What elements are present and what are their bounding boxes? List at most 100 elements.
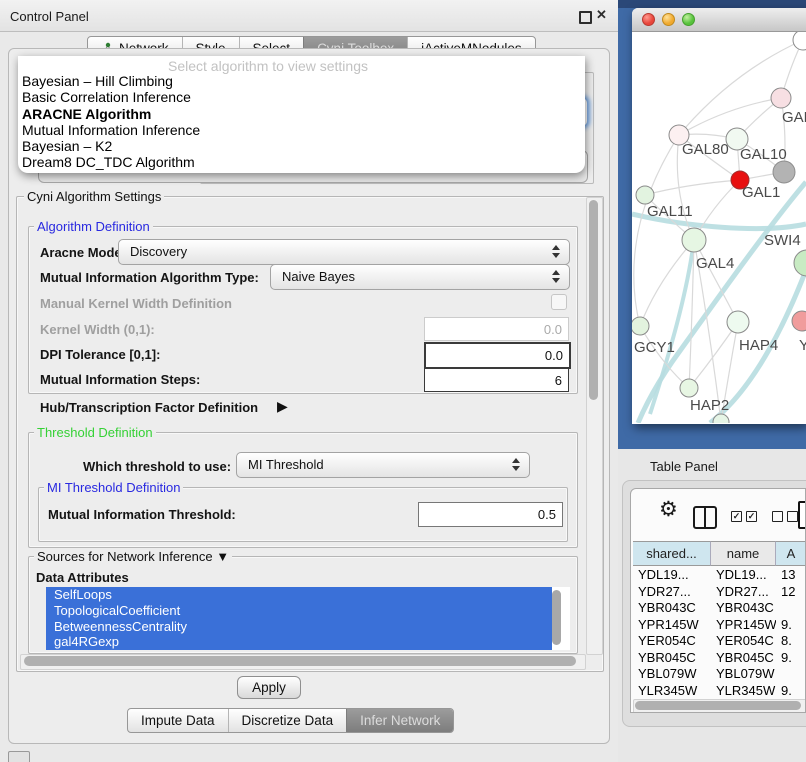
which-threshold-combobox[interactable]: MI Threshold: [236, 452, 530, 478]
table-cell: YDR27...: [638, 584, 711, 599]
algorithm-item[interactable]: Mutual Information Inference: [18, 122, 585, 138]
mi-threshold-label: Mutual Information Threshold:: [48, 507, 236, 522]
network-edge[interactable]: [645, 180, 740, 195]
table-cell: YDR27...: [716, 584, 776, 599]
column-header-2[interactable]: name: [711, 541, 776, 566]
network-node[interactable]: [793, 32, 806, 50]
column-header-1[interactable]: shared...: [633, 541, 711, 566]
which-threshold-label: Which threshold to use:: [83, 459, 231, 474]
table-row[interactable]: YBR043CYBR043C: [633, 600, 806, 617]
deselect-all-icon[interactable]: [772, 511, 783, 522]
tab-infer-network[interactable]: Infer Network: [346, 709, 453, 732]
table-cell: 9.: [781, 617, 806, 632]
collapsed-panel-icon[interactable]: [8, 751, 30, 762]
table-row[interactable]: YDL19...YDL19...13: [633, 567, 806, 584]
table-cell: YBL079W: [638, 666, 711, 681]
sources-group-title: Sources for Network Inference ▼: [34, 549, 232, 564]
mi-threshold-field[interactable]: [418, 502, 563, 527]
algorithm-item[interactable]: Basic Correlation Inference: [18, 89, 585, 105]
close-panel-icon[interactable]: ✕: [596, 7, 607, 23]
algorithm-placeholder: Select algorithm to view settings: [18, 56, 518, 73]
network-node[interactable]: [636, 186, 654, 204]
column-header-3[interactable]: A: [776, 541, 806, 566]
network-node[interactable]: [773, 161, 795, 183]
application-window: Control Panel ✕ NetworkStyleSelectCyni T…: [0, 0, 806, 762]
table-row[interactable]: YLR345WYLR345W9.: [633, 683, 806, 700]
export-table-icon[interactable]: [798, 501, 806, 529]
close-traffic-light[interactable]: [642, 13, 655, 26]
mi-steps-field[interactable]: [424, 368, 569, 392]
table-cell: YBR045C: [716, 650, 776, 665]
table-row[interactable]: YDR27... YDR27... 12: [633, 584, 806, 601]
algorithm-item[interactable]: Bayesian – Hill Climbing: [18, 73, 585, 89]
attribute-item[interactable]: SelfLoops: [46, 587, 552, 603]
manual-kernel-checkbox[interactable]: [551, 294, 567, 310]
table-cell: YER054C: [716, 633, 776, 648]
network-node[interactable]: [727, 311, 749, 333]
network-node-label: GAL11: [647, 203, 693, 220]
network-node-label: GAL10: [740, 146, 787, 163]
tab-discretize-data[interactable]: Discretize Data: [228, 709, 347, 732]
network-node-label: GAL4: [696, 255, 734, 272]
tab-impute-data[interactable]: Impute Data: [128, 709, 228, 732]
algorithm-item[interactable]: Dream8 DC_TDC Algorithm: [18, 154, 585, 170]
settings-hscrollbar-thumb[interactable]: [24, 656, 576, 666]
table-cell: 8.: [781, 633, 806, 648]
data-attributes-list: SelfLoopsTopologicalCoefficientBetweenne…: [46, 587, 570, 650]
kernel-width-label: Kernel Width (0,1):: [40, 322, 155, 337]
float-panel-icon[interactable]: [579, 11, 592, 24]
network-node[interactable]: [792, 311, 806, 331]
network-node[interactable]: [682, 228, 706, 252]
table-row[interactable]: YBR045CYBR045C9.: [633, 650, 806, 667]
table-cell: YDL19...: [638, 567, 711, 582]
hub-definition-label: Hub/Transcription Factor Definition: [40, 400, 258, 415]
attribute-item[interactable]: TopologicalCoefficient: [46, 603, 552, 619]
attribute-item[interactable]: BetweennessCentrality: [46, 619, 552, 635]
select-all-check-icon[interactable]: ✓: [731, 511, 742, 522]
columns-icon[interactable]: [693, 506, 717, 529]
attributes-scrollbar-thumb[interactable]: [552, 590, 561, 645]
network-node-label: HAP2: [690, 397, 729, 414]
zoom-traffic-light[interactable]: [682, 13, 695, 26]
network-node-label: HAP4: [739, 337, 778, 354]
network-window-titlebar[interactable]: [632, 8, 806, 32]
table-cell: 9.: [781, 650, 806, 665]
network-node[interactable]: [771, 88, 791, 108]
apply-button[interactable]: Apply: [237, 676, 301, 699]
cyni-settings-title: Cyni Algorithm Settings: [24, 189, 164, 204]
algorithm-list: Bayesian – Hill ClimbingBasic Correlatio…: [18, 73, 585, 171]
gear-icon[interactable]: ⚙: [659, 497, 678, 522]
settings-vscrollbar-thumb[interactable]: [589, 200, 598, 400]
select-all-check-icon[interactable]: ✓: [746, 511, 757, 522]
table-row[interactable]: YPR145WYPR145W9.: [633, 617, 806, 634]
minimize-traffic-light[interactable]: [662, 13, 675, 26]
bottom-tabbar: Impute DataDiscretize DataInfer Network: [127, 708, 454, 733]
network-node-label: Y: [799, 337, 806, 354]
network-node[interactable]: [680, 379, 698, 397]
network-node[interactable]: [794, 250, 806, 276]
network-node-label: SWI4: [764, 232, 801, 249]
network-edge[interactable]: [634, 135, 679, 326]
network-node[interactable]: [632, 317, 649, 335]
expanded-arrow-icon[interactable]: ▼: [216, 549, 229, 564]
table-row[interactable]: YER054CYER054C8.: [633, 633, 806, 650]
deselect-all-icon[interactable]: [787, 511, 798, 522]
mi-type-combobox[interactable]: Naive Bayes: [270, 264, 570, 290]
table-hscrollbar-thumb[interactable]: [635, 701, 801, 710]
stepper-icon: [552, 270, 560, 283]
network-edge[interactable]: [679, 98, 781, 135]
algorithm-item[interactable]: ARACNE Algorithm: [18, 106, 585, 122]
attribute-item[interactable]: gal4RGexp: [46, 634, 552, 650]
table-panel-title: Table Panel: [650, 459, 718, 474]
aracne-mode-combobox[interactable]: Discovery: [118, 239, 570, 265]
network-canvas[interactable]: GALGAL80GAL10GAL1GAL11SWI4GAL4GCY1HAP4YH…: [632, 32, 806, 423]
table-row[interactable]: YBL079WYBL079W: [633, 666, 806, 683]
table-cell: 12: [781, 584, 806, 599]
collapsed-arrow-icon[interactable]: ▶: [277, 398, 288, 415]
algorithm-item[interactable]: Bayesian – K2: [18, 138, 585, 154]
table-cell: YPR145W: [638, 617, 711, 632]
algorithm-definition-title: Algorithm Definition: [34, 219, 153, 234]
dpi-tolerance-field[interactable]: [424, 342, 571, 369]
network-edge[interactable]: [640, 326, 689, 388]
kernel-width-field[interactable]: [424, 317, 569, 341]
